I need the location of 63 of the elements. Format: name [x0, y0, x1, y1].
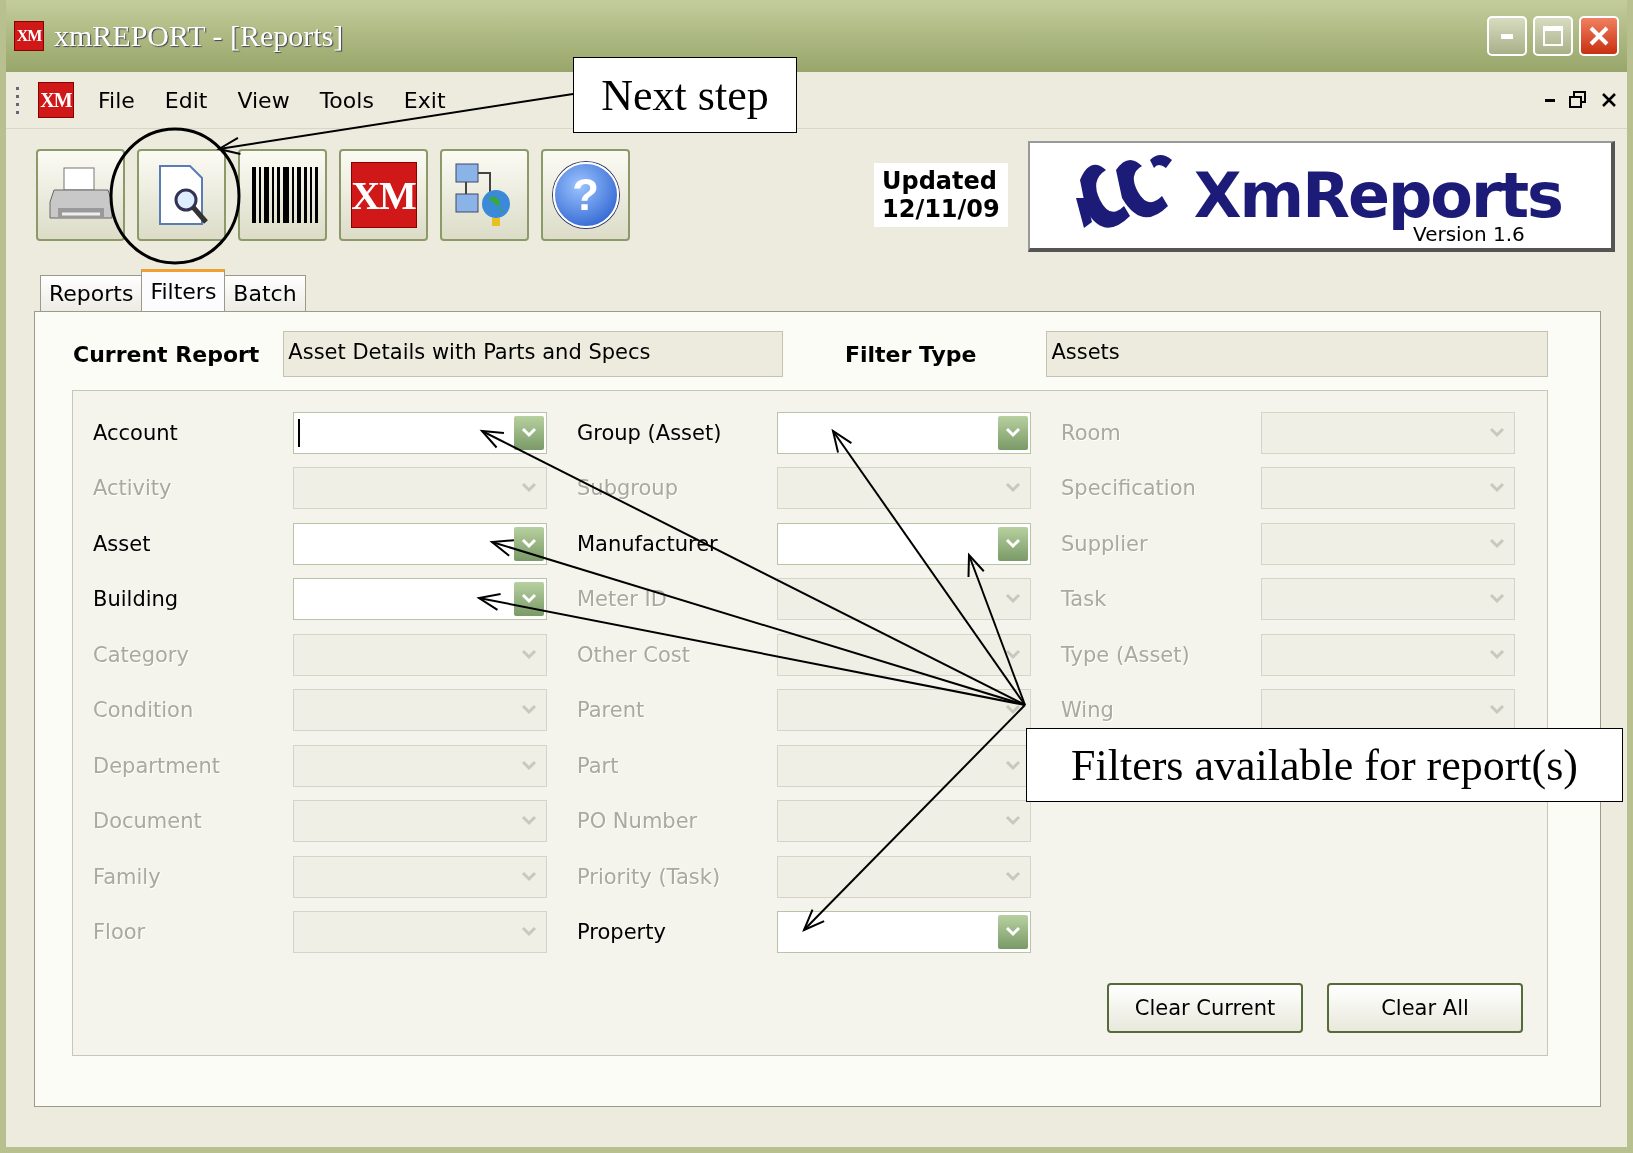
action-button[interactable]: Clear Current: [1107, 983, 1303, 1033]
toolbar-button[interactable]: [36, 149, 125, 241]
menu-item[interactable]: File: [92, 85, 141, 115]
filter-dropdown[interactable]: [293, 411, 547, 454]
filter-dropdown[interactable]: [293, 578, 547, 621]
filter-label: Specification: [1061, 476, 1197, 501]
current-report-field: Asset Details with Parts and Specs: [283, 331, 783, 377]
menu-item[interactable]: Tools: [313, 85, 380, 115]
close-button[interactable]: [1579, 16, 1619, 56]
filter-label: Meter ID: [577, 587, 668, 612]
filter-label: Document: [93, 809, 203, 834]
tab[interactable]: Batch: [224, 275, 306, 311]
maximize-icon: [1542, 25, 1564, 47]
menu-item[interactable]: View: [231, 85, 296, 115]
toolbar-button[interactable]: [238, 149, 327, 241]
window-title: xmREPORT - [Reports]: [54, 19, 344, 53]
filter-label: Account: [93, 420, 179, 445]
toolbar-button[interactable]: XM: [339, 149, 428, 241]
filter-label: Task: [1061, 587, 1108, 612]
menu-item[interactable]: Edit: [158, 85, 214, 115]
filter-label: Building: [93, 587, 180, 612]
app-icon: XM: [38, 82, 74, 118]
filter-label: PO Number: [577, 809, 699, 834]
filter-label: Supplier: [1061, 531, 1149, 556]
app-icon: XM: [14, 21, 44, 51]
updated-date: 12/11/09: [882, 195, 1000, 223]
filter-dropdown[interactable]: [293, 522, 547, 565]
action-button[interactable]: Clear All: [1327, 983, 1523, 1033]
annotation-tooltip: Next step: [573, 57, 797, 133]
filter-label: Priority (Task): [577, 864, 722, 889]
text-cursor: [298, 418, 300, 447]
filter-label: Type (Asset): [1061, 642, 1191, 667]
close-icon[interactable]: [1601, 92, 1617, 108]
minimize-icon[interactable]: [1545, 98, 1555, 102]
filter-label: Wing: [1061, 698, 1115, 723]
filter-label: Asset: [93, 531, 152, 556]
app-icon: XM: [350, 162, 417, 228]
filter-label: Property: [577, 920, 667, 945]
filter-label: Part: [577, 753, 620, 778]
grip-icon: [16, 85, 20, 115]
filter-label: Group (Asset): [577, 420, 723, 445]
filter-label: Floor: [93, 920, 147, 945]
filter-type-field: Assets: [1046, 331, 1548, 377]
field-label: Current Report: [73, 341, 260, 367]
updated-label: Updated: [882, 167, 998, 195]
filter-label: Activity: [93, 476, 173, 501]
filter-label: Category: [93, 642, 190, 667]
menu-item[interactable]: Exit: [397, 85, 452, 115]
annotation-tooltip: Filters available for report(s): [1026, 728, 1623, 802]
toolbar-button[interactable]: [137, 149, 226, 241]
filter-label: Family: [93, 864, 162, 889]
close-icon: [1588, 25, 1610, 47]
minimize-icon: [1501, 33, 1513, 39]
filter-label: Department: [93, 753, 222, 778]
tab[interactable]: Filters: [141, 269, 226, 311]
filter-label: Condition: [93, 698, 195, 723]
filter-label: Room: [1061, 420, 1122, 445]
filter-label: Parent: [577, 698, 646, 723]
restore-icon[interactable]: [1569, 91, 1587, 109]
tab[interactable]: Reports: [40, 275, 143, 311]
help-icon: ?: [552, 162, 619, 228]
filter-label: Other Cost: [577, 642, 691, 667]
field-label: Filter Type: [844, 341, 977, 367]
